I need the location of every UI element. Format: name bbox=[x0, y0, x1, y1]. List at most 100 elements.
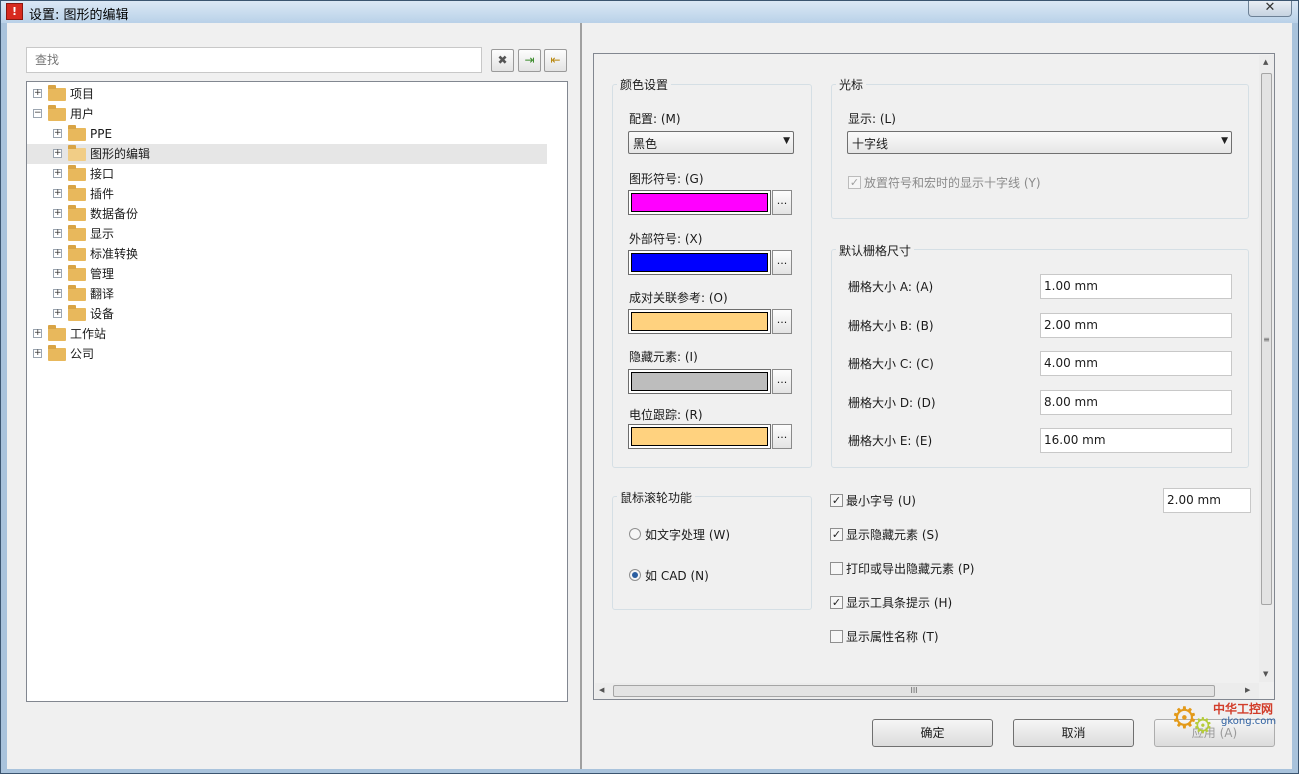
min-font-input[interactable]: 2.00 mm bbox=[1163, 488, 1251, 513]
export-button[interactable]: ⇤ bbox=[544, 49, 567, 72]
export-icon: ⇤ bbox=[550, 53, 561, 67]
warning-triangle-icon: ! bbox=[6, 3, 23, 20]
mouse-wheel-title: 鼠标滚轮功能 bbox=[617, 489, 696, 506]
show-tooltips-label: 显示工具条提示 (H) bbox=[846, 596, 953, 610]
tree-item[interactable]: + 标准转换 bbox=[27, 244, 547, 264]
scroll-right-icon[interactable]: ▶ bbox=[1245, 686, 1250, 694]
tree-item[interactable]: + 显示 bbox=[27, 224, 547, 244]
tree-item[interactable]: + 数据备份 bbox=[27, 204, 547, 224]
import-button[interactable]: ⇥ bbox=[518, 49, 541, 72]
folder-icon bbox=[68, 305, 86, 321]
collapse-icon[interactable]: − bbox=[33, 109, 42, 118]
expand-icon[interactable]: + bbox=[53, 129, 62, 138]
tree-item[interactable]: + 工作站 bbox=[27, 324, 547, 344]
folder-icon bbox=[68, 225, 86, 241]
expand-icon[interactable]: + bbox=[53, 269, 62, 278]
expand-icon[interactable]: + bbox=[33, 329, 42, 338]
horizontal-scrollbar[interactable]: ◀ III ▶ bbox=[595, 683, 1259, 699]
tree-item[interactable]: + 公司 bbox=[27, 344, 547, 364]
chevron-down-icon: ▼ bbox=[1221, 136, 1228, 146]
expand-icon[interactable]: + bbox=[53, 289, 62, 298]
swatch-fill bbox=[631, 253, 768, 272]
expand-icon[interactable]: + bbox=[33, 349, 42, 358]
grid-size-input[interactable]: 8.00 mm bbox=[1040, 389, 1232, 415]
grid-size-label: 栅格大小 C: (C) bbox=[848, 357, 934, 371]
tree-item[interactable]: + 接口 bbox=[27, 164, 547, 184]
print-hidden-checkbox[interactable] bbox=[830, 562, 843, 575]
scroll-down-icon[interactable]: ▼ bbox=[1263, 670, 1268, 678]
grid-size-input[interactable]: 4.00 mm bbox=[1040, 351, 1232, 376]
panel-splitter[interactable] bbox=[580, 23, 582, 769]
show-property-names-label: 显示属性名称 (T) bbox=[846, 630, 939, 644]
color-picker-button-paired-reference[interactable]: ... bbox=[772, 309, 792, 334]
grid-size-input[interactable]: 16.00 mm bbox=[1040, 428, 1232, 453]
scroll-left-icon[interactable]: ◀ bbox=[599, 686, 604, 694]
tree-item-label: 设备 bbox=[90, 307, 115, 321]
show-hidden-checkbox[interactable]: ✓ bbox=[830, 528, 843, 541]
color-swatch-external-symbol[interactable] bbox=[628, 250, 771, 275]
gkong-watermark: ⚙ ⚙ 中华工控网 gkong.com bbox=[1171, 698, 1286, 740]
expand-icon[interactable]: + bbox=[53, 209, 62, 218]
tree-item-label: 项目 bbox=[70, 87, 95, 101]
tree-item[interactable]: + PPE bbox=[27, 124, 547, 144]
settings-tree[interactable]: + 项目 − 用户 + PPE + 图形的编辑 + 接口 + 插件 + 数据备份 + 显示 + 标准转换 + 管理 + 翻… bbox=[26, 81, 568, 702]
swatch-fill bbox=[631, 427, 768, 446]
scroll-up-icon[interactable]: ▲ bbox=[1263, 58, 1268, 66]
tree-item[interactable]: + 项目 bbox=[27, 84, 547, 104]
grid-size-input[interactable]: 1.00 mm bbox=[1040, 274, 1232, 299]
wheel-cad-radio[interactable] bbox=[629, 569, 641, 581]
expand-icon[interactable]: + bbox=[33, 89, 42, 98]
tree-item-label: 数据备份 bbox=[90, 207, 139, 221]
crosshair-checkbox[interactable]: ✓ bbox=[848, 176, 861, 189]
color-swatch-potential-tracking[interactable] bbox=[628, 424, 771, 449]
grid-size-label: 栅格大小 D: (D) bbox=[848, 395, 936, 410]
color-label-hidden-elements: 隐藏元素: (I) bbox=[629, 350, 698, 364]
tree-item[interactable]: + 图形的编辑 bbox=[27, 144, 547, 164]
grid-size-label: 栅格大小 B: (B) bbox=[848, 318, 934, 333]
horizontal-scroll-thumb[interactable]: III bbox=[613, 685, 1215, 697]
tree-item[interactable]: + 设备 bbox=[27, 304, 547, 324]
wheel-word-processing-radio[interactable] bbox=[629, 528, 641, 540]
close-button[interactable]: ✕ bbox=[1248, 1, 1292, 17]
ok-button[interactable]: 确定 bbox=[872, 719, 993, 747]
vertical-scrollbar[interactable]: ▲ ≡ ▼ bbox=[1259, 55, 1274, 682]
color-picker-button-hidden-elements[interactable]: ... bbox=[772, 369, 792, 394]
tree-item[interactable]: + 管理 bbox=[27, 264, 547, 284]
tree-item[interactable]: + 翻译 bbox=[27, 284, 547, 304]
watermark-text: 中华工控网 bbox=[1213, 702, 1274, 716]
tree-item-label: 公司 bbox=[70, 347, 95, 361]
tree-item-label: 接口 bbox=[90, 167, 115, 181]
vertical-scroll-thumb[interactable]: ≡ bbox=[1261, 73, 1272, 605]
config-select[interactable]: 黑色 ▼ bbox=[628, 131, 794, 154]
grid-size-input[interactable]: 2.00 mm bbox=[1040, 312, 1232, 338]
min-font-checkbox[interactable]: ✓ bbox=[830, 494, 843, 507]
expand-icon[interactable]: + bbox=[53, 169, 62, 178]
color-picker-button-external-symbol[interactable]: ... bbox=[772, 250, 792, 275]
folder-icon bbox=[68, 145, 86, 161]
folder-icon bbox=[68, 185, 86, 201]
expand-icon[interactable]: + bbox=[53, 189, 62, 198]
cursor-display-select[interactable]: 十字线 ▼ bbox=[847, 131, 1232, 154]
color-swatch-graphic-symbol[interactable] bbox=[628, 190, 771, 215]
cursor-display-label: 显示: (L) bbox=[848, 112, 896, 126]
color-swatch-paired-reference[interactable] bbox=[628, 309, 771, 334]
tree-item[interactable]: + 插件 bbox=[27, 184, 547, 204]
clear-icon: ✖ bbox=[497, 53, 508, 67]
show-property-names-checkbox[interactable] bbox=[830, 630, 843, 643]
expand-icon[interactable]: + bbox=[53, 149, 62, 158]
color-picker-button-graphic-symbol[interactable]: ... bbox=[772, 190, 792, 215]
color-picker-button-potential-tracking[interactable]: ... bbox=[772, 424, 792, 449]
cancel-button[interactable]: 取消 bbox=[1013, 719, 1134, 747]
expand-icon[interactable]: + bbox=[53, 249, 62, 258]
search-input[interactable] bbox=[26, 47, 482, 73]
show-tooltips-checkbox[interactable]: ✓ bbox=[830, 596, 843, 609]
swatch-fill bbox=[631, 312, 768, 331]
expand-icon[interactable]: + bbox=[53, 229, 62, 238]
folder-icon bbox=[68, 125, 86, 141]
title-bar[interactable]: ! 设置: 图形的编辑 ✕ bbox=[1, 1, 1298, 23]
folder-icon bbox=[68, 285, 86, 301]
expand-icon[interactable]: + bbox=[53, 309, 62, 318]
color-swatch-hidden-elements[interactable] bbox=[628, 369, 771, 394]
tree-item[interactable]: − 用户 bbox=[27, 104, 547, 124]
clear-search-button[interactable]: ✖ bbox=[491, 49, 514, 72]
